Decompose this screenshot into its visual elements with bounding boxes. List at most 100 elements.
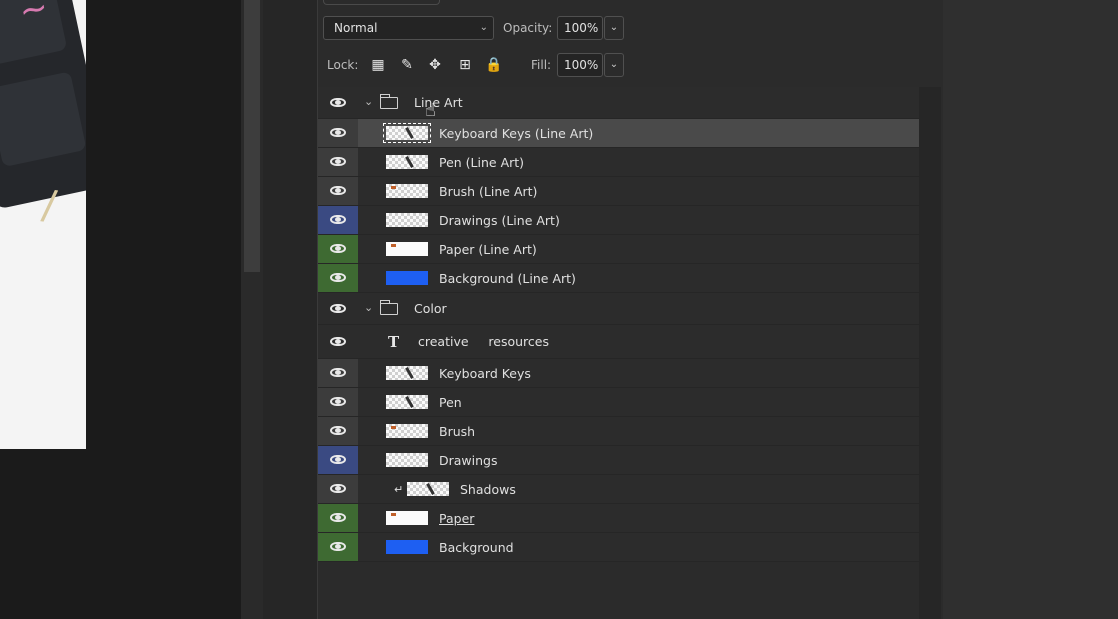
visibility-toggle[interactable]	[318, 417, 358, 445]
fill-slider-button[interactable]: ⌄	[604, 53, 624, 77]
eye-icon	[330, 215, 346, 224]
visibility-toggle[interactable]	[318, 533, 358, 561]
eye-icon	[330, 303, 346, 313]
layer-thumbnail	[386, 184, 428, 198]
layer-row[interactable]: Background	[318, 533, 919, 562]
layer-row[interactable]: Pen	[318, 388, 919, 417]
visibility-toggle[interactable]	[318, 177, 358, 205]
text-layer-icon: T	[388, 333, 400, 351]
clipping-mask-arrow-icon: ↵	[394, 483, 404, 496]
layer-group-color[interactable]: ⌄ Color	[318, 293, 919, 325]
visibility-toggle[interactable]	[318, 388, 358, 416]
chevron-down-icon: ⌄	[479, 22, 488, 33]
layers-scrollbar[interactable]	[919, 87, 941, 619]
blend-mode-dropdown[interactable]: Normal ⌄	[323, 16, 494, 40]
chevron-down-icon[interactable]: ⌄	[364, 301, 373, 314]
visibility-toggle[interactable]	[318, 87, 358, 118]
layer-row[interactable]: Drawings	[318, 446, 919, 475]
layer-name: Keyboard Keys	[439, 366, 531, 381]
eye-icon	[330, 336, 346, 346]
filter-control-edge	[323, 0, 440, 5]
fill-label: Fill:	[531, 58, 552, 72]
layer-thumbnail	[386, 271, 428, 285]
blend-mode-value: Normal	[334, 21, 378, 35]
canvas-scrollbar-thumb[interactable]	[244, 0, 260, 272]
eye-icon	[330, 244, 346, 253]
visibility-toggle[interactable]	[318, 475, 358, 503]
visibility-toggle[interactable]	[318, 293, 358, 324]
opacity-label: Opacity:	[503, 21, 553, 35]
visibility-toggle[interactable]	[318, 325, 358, 358]
layer-name: Background	[439, 540, 514, 555]
layer-row[interactable]: Background (Line Art)	[318, 264, 919, 293]
lock-all-icon[interactable]: 🔒	[485, 56, 503, 74]
layer-name: creative resources	[418, 334, 549, 349]
layer-row[interactable]: Paper	[318, 504, 919, 533]
layer-thumbnail	[386, 511, 428, 525]
layer-row[interactable]: Pen (Line Art)	[318, 148, 919, 177]
eye-icon	[330, 273, 346, 282]
layer-name: Pen (Line Art)	[439, 155, 525, 170]
layer-thumbnail	[386, 366, 428, 380]
opacity-slider-button[interactable]: ⌄	[604, 16, 624, 40]
chevron-down-icon: ⌄	[609, 22, 619, 33]
right-dock-area	[943, 0, 1118, 619]
layer-name: Line Art	[414, 95, 463, 110]
canvas-image: ~ /	[0, 0, 86, 449]
layer-thumbnail	[386, 155, 428, 169]
canvas-scrollbar[interactable]	[241, 0, 263, 619]
eye-icon	[330, 397, 346, 406]
lock-transparent-pixels-icon[interactable]: ▦	[369, 56, 387, 74]
visibility-toggle[interactable]	[318, 359, 358, 387]
layer-thumbnail	[407, 482, 449, 496]
layer-name: Pen	[439, 395, 462, 410]
eye-icon	[330, 368, 346, 377]
lock-image-pixels-icon[interactable]: ✎	[398, 56, 416, 74]
chevron-down-icon[interactable]: ⌄	[364, 95, 373, 108]
layer-name: Color	[414, 301, 447, 316]
keyboard-keycap-image: ~ /	[0, 0, 86, 229]
eye-icon	[330, 128, 346, 137]
visibility-toggle[interactable]	[318, 148, 358, 176]
layer-row[interactable]: Drawings (Line Art)	[318, 206, 919, 235]
layer-row[interactable]: Keyboard Keys (Line Art)	[318, 119, 919, 148]
layer-name: Drawings	[439, 453, 498, 468]
visibility-toggle[interactable]	[318, 446, 358, 474]
eye-icon	[330, 484, 346, 493]
layer-group-line-art[interactable]: ⌄ Line Art	[318, 87, 919, 119]
document-canvas[interactable]: ~ /	[0, 0, 242, 619]
fill-value: 100%	[564, 58, 599, 72]
layer-thumbnail	[383, 123, 431, 143]
layer-row[interactable]: Paper (Line Art)	[318, 235, 919, 264]
folder-icon	[379, 93, 398, 109]
layer-name: Paper (Line Art)	[439, 242, 537, 257]
lock-position-icon[interactable]: ✥	[426, 56, 444, 74]
opacity-input[interactable]: 100%	[557, 16, 603, 40]
layer-row[interactable]: Brush	[318, 417, 919, 446]
layer-name: Brush (Line Art)	[439, 184, 538, 199]
lock-artboard-icon[interactable]: ⊞	[456, 56, 474, 74]
layer-row[interactable]: ↵ Shadows	[318, 475, 919, 504]
hand-cursor-icon: ☝	[425, 100, 436, 121]
visibility-toggle[interactable]	[318, 206, 358, 234]
layer-name: Paper	[439, 511, 475, 526]
visibility-toggle[interactable]	[318, 504, 358, 532]
layer-thumbnail	[386, 453, 428, 467]
eye-icon	[330, 513, 346, 522]
layer-row[interactable]: Brush (Line Art)	[318, 177, 919, 206]
keycap-middle: /	[0, 71, 86, 229]
chevron-down-icon: ⌄	[609, 59, 619, 70]
layer-thumbnail	[386, 395, 428, 409]
opacity-value: 100%	[564, 21, 599, 35]
fill-input[interactable]: 100%	[557, 53, 603, 77]
layer-name: Background (Line Art)	[439, 271, 576, 286]
visibility-toggle[interactable]	[318, 235, 358, 263]
layer-thumbnail	[386, 242, 428, 256]
eye-icon	[330, 542, 346, 551]
layer-row[interactable]: T creative resources	[318, 325, 919, 359]
layer-row[interactable]: Keyboard Keys	[318, 359, 919, 388]
visibility-toggle[interactable]	[318, 119, 358, 147]
layer-name: Keyboard Keys (Line Art)	[439, 126, 594, 141]
visibility-toggle[interactable]	[318, 264, 358, 292]
folder-icon	[379, 299, 398, 315]
